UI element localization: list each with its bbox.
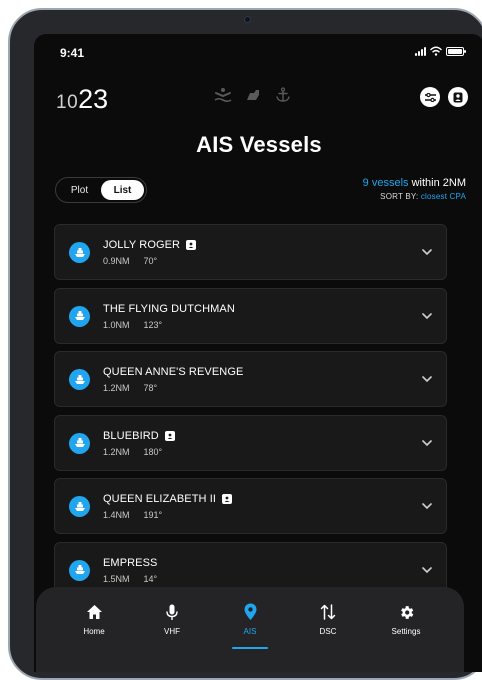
chevron-down-icon[interactable] xyxy=(422,503,432,510)
status-indicators xyxy=(214,87,292,103)
nav-ais[interactable]: AIS xyxy=(220,603,280,636)
vessel-list: JOLLY ROGER 0.9NM 70° THE FLYING DUTCHMAN… xyxy=(54,224,447,606)
nav-home[interactable]: Home xyxy=(64,603,124,636)
sort-selector[interactable]: closest CPA xyxy=(421,192,466,201)
active-tab-indicator xyxy=(232,647,268,649)
app-screen: 9:41 10 23 AIS Vessels Plot List 9 vesse… xyxy=(34,34,482,672)
anchor-icon xyxy=(276,87,290,102)
vessel-bearing: 78° xyxy=(143,383,158,394)
ship-icon xyxy=(69,305,90,327)
toggle-plot[interactable]: Plot xyxy=(58,180,101,200)
vessel-name: EMPRESS xyxy=(103,556,158,569)
vessel-count-link[interactable]: 9 vessels xyxy=(363,177,409,189)
user-card-icon xyxy=(453,92,463,102)
vessel-name: QUEEN ELIZABETH II xyxy=(103,493,217,506)
microphone-icon xyxy=(166,604,178,620)
sort-label: SORT BY: xyxy=(380,192,421,201)
view-toggle: Plot List xyxy=(55,177,147,203)
contact-icon xyxy=(164,430,175,441)
sliders-icon xyxy=(424,92,436,102)
ship-icon xyxy=(69,432,90,454)
home-icon xyxy=(86,605,102,619)
chevron-down-icon[interactable] xyxy=(422,439,432,447)
profile-button[interactable] xyxy=(448,87,468,107)
clock-display: 10 23 xyxy=(56,84,108,115)
nav-label: VHF xyxy=(164,627,180,636)
nav-settings[interactable]: Settings xyxy=(376,603,436,636)
filter-button[interactable] xyxy=(420,87,440,107)
vessel-name: QUEEN ANNE'S REVENGE xyxy=(103,366,244,379)
clock-hours: 10 xyxy=(56,92,79,113)
vessel-name: JOLLY ROGER xyxy=(103,239,181,251)
vessel-meta: 1.0NM 123° xyxy=(103,320,162,330)
status-icons xyxy=(415,46,466,56)
wifi-icon xyxy=(430,46,442,56)
engine-icon xyxy=(247,90,259,100)
front-camera xyxy=(244,16,251,23)
nav-label: DSC xyxy=(319,627,337,636)
vessel-distance: 0.9NM xyxy=(103,256,130,266)
clock-minutes: 23 xyxy=(78,84,109,114)
location-pin-icon xyxy=(244,603,256,620)
vessel-meta: 1.2NM 78° xyxy=(103,383,157,393)
status-bar: 9:41 xyxy=(34,34,482,70)
vessel-name: BLUEBIRD xyxy=(103,429,159,442)
battery-icon xyxy=(446,46,466,56)
ship-icon xyxy=(69,369,90,391)
ship-icon xyxy=(69,559,90,581)
vessel-name: THE FLYING DUTCHMAN xyxy=(103,302,235,315)
vessel-count-suffix: within 2NM xyxy=(408,177,466,189)
header-actions xyxy=(420,87,468,107)
chevron-down-icon[interactable] xyxy=(422,312,432,320)
vessel-meta: 1.2NM 180° xyxy=(103,447,162,457)
nav-label: Settings xyxy=(391,627,421,636)
vessel-distance: 1.4NM xyxy=(103,510,130,521)
page-title: AIS Vessels xyxy=(196,132,322,157)
vessel-meta: 1.4NM 191° xyxy=(103,510,162,520)
gear-icon xyxy=(400,605,413,619)
vessel-card[interactable]: JOLLY ROGER 0.9NM 70° xyxy=(54,224,447,280)
vessel-bearing: 180° xyxy=(143,446,163,457)
vessel-distance: 1.0NM xyxy=(103,319,130,330)
vessel-meta: 0.9NM 70° xyxy=(103,256,157,266)
status-time: 9:41 xyxy=(60,46,85,60)
vessel-bearing: 70° xyxy=(143,256,158,266)
nav-vhf[interactable]: VHF xyxy=(142,603,202,636)
cellular-signal-icon xyxy=(415,46,426,56)
vessel-distance: 1.2NM xyxy=(103,383,130,394)
swap-arrows-icon xyxy=(320,604,336,620)
man-overboard-icon xyxy=(214,88,232,103)
vessel-card[interactable]: QUEEN ANNE'S REVENGE 1.2NM 78° xyxy=(54,351,447,408)
vessel-bearing: 191° xyxy=(143,510,163,521)
ship-icon xyxy=(69,496,90,518)
vessel-distance: 1.2NM xyxy=(103,446,130,457)
nav-dsc[interactable]: DSC xyxy=(298,603,358,636)
toggle-list[interactable]: List xyxy=(101,180,144,200)
chevron-down-icon[interactable] xyxy=(422,249,432,256)
vessel-summary: 9 vessels within 2NM SORT BY: closest CP… xyxy=(363,177,466,201)
contact-icon xyxy=(186,240,197,250)
ship-icon xyxy=(69,242,90,263)
chevron-down-icon[interactable] xyxy=(422,376,432,383)
contact-icon xyxy=(222,494,233,505)
vessel-card[interactable]: QUEEN ELIZABETH II 1.4NM 191° xyxy=(54,478,447,535)
nav-label: AIS xyxy=(243,627,257,636)
vessel-card[interactable]: THE FLYING DUTCHMAN 1.0NM 123° xyxy=(54,287,447,344)
chevron-down-icon[interactable] xyxy=(422,567,432,574)
vessel-card[interactable]: BLUEBIRD 1.2NM 180° xyxy=(54,414,447,471)
bottom-navigation: Home VHF AIS DSC Settings xyxy=(36,587,464,672)
vessel-bearing: 123° xyxy=(143,319,163,330)
nav-label: Home xyxy=(83,627,105,636)
